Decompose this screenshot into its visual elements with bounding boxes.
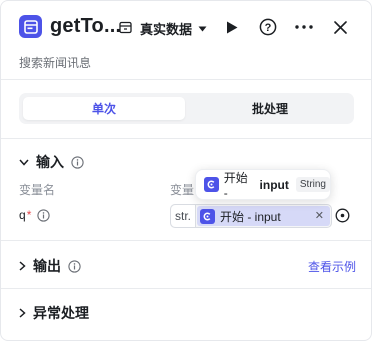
tooltip-variable: input — [259, 177, 289, 192]
view-example-link[interactable]: 查看示例 — [308, 258, 356, 275]
start-node-icon — [200, 208, 215, 224]
app-icon — [19, 15, 42, 38]
tab-single[interactable]: 单次 — [23, 97, 185, 120]
mode-tabs: 单次 批处理 — [19, 93, 354, 124]
play-icon[interactable] — [222, 17, 242, 37]
column-var-value: 变量 — [170, 183, 195, 197]
input-section-title: 输入 — [36, 154, 64, 170]
divider — [1, 240, 371, 241]
required-mark: * — [26, 208, 32, 222]
info-icon[interactable] — [68, 259, 81, 273]
field-q-value-input[interactable]: str. 开始 - input ✕ — [170, 204, 332, 228]
chevron-down-icon — [19, 159, 29, 166]
field-q-label: q * — [19, 208, 51, 222]
help-icon[interactable]: ? — [258, 17, 278, 37]
svg-text:?: ? — [265, 22, 272, 34]
variable-reference-chip[interactable]: 开始 - input ✕ — [197, 206, 330, 226]
column-var-name: 变量名 — [19, 183, 56, 197]
input-section-header[interactable]: 输入 — [19, 152, 84, 172]
tab-batch[interactable]: 批处理 — [189, 97, 351, 120]
chevron-right-icon — [19, 261, 26, 271]
tool-description: 搜索新闻讯息 — [19, 56, 92, 70]
divider — [1, 288, 371, 289]
tooltip-node: 开始 - — [223, 171, 248, 200]
tooltip-type-badge: String — [295, 177, 330, 192]
tool-title: getTo... — [50, 15, 122, 37]
start-node-icon — [204, 177, 219, 192]
field-name: q — [19, 208, 26, 222]
chevron-right-icon — [19, 308, 26, 318]
error-handling-title: 异常处理 — [33, 305, 89, 321]
divider — [1, 79, 371, 80]
variable-tooltip: 开始 - input String — [195, 169, 331, 200]
library-icon[interactable] — [115, 17, 135, 37]
type-tag[interactable]: str. — [171, 205, 196, 227]
output-section-title: 输出 — [33, 258, 61, 274]
remove-reference-icon[interactable]: ✕ — [315, 209, 324, 222]
info-icon[interactable] — [37, 208, 51, 222]
info-icon[interactable] — [71, 155, 84, 169]
error-handling-section-header[interactable]: 异常处理 — [19, 303, 89, 323]
tool-panel: getTo... 真实数据 ? 搜索新闻讯息 单次 批处理 输入 变量名 变量 … — [0, 0, 372, 341]
card-icon — [23, 19, 38, 34]
output-section-header[interactable]: 输出 — [19, 256, 81, 276]
panel-header: getTo... 真实数据 ? — [1, 1, 371, 55]
chevron-down-icon — [198, 26, 207, 31]
reference-label: 开始 - input — [220, 209, 281, 224]
data-mode-select[interactable]: 真实数据 — [140, 19, 207, 38]
close-icon[interactable] — [330, 17, 350, 37]
divider — [1, 138, 371, 139]
more-icon[interactable] — [294, 17, 314, 37]
data-mode-label: 真实数据 — [140, 22, 193, 37]
target-icon[interactable] — [335, 208, 350, 223]
